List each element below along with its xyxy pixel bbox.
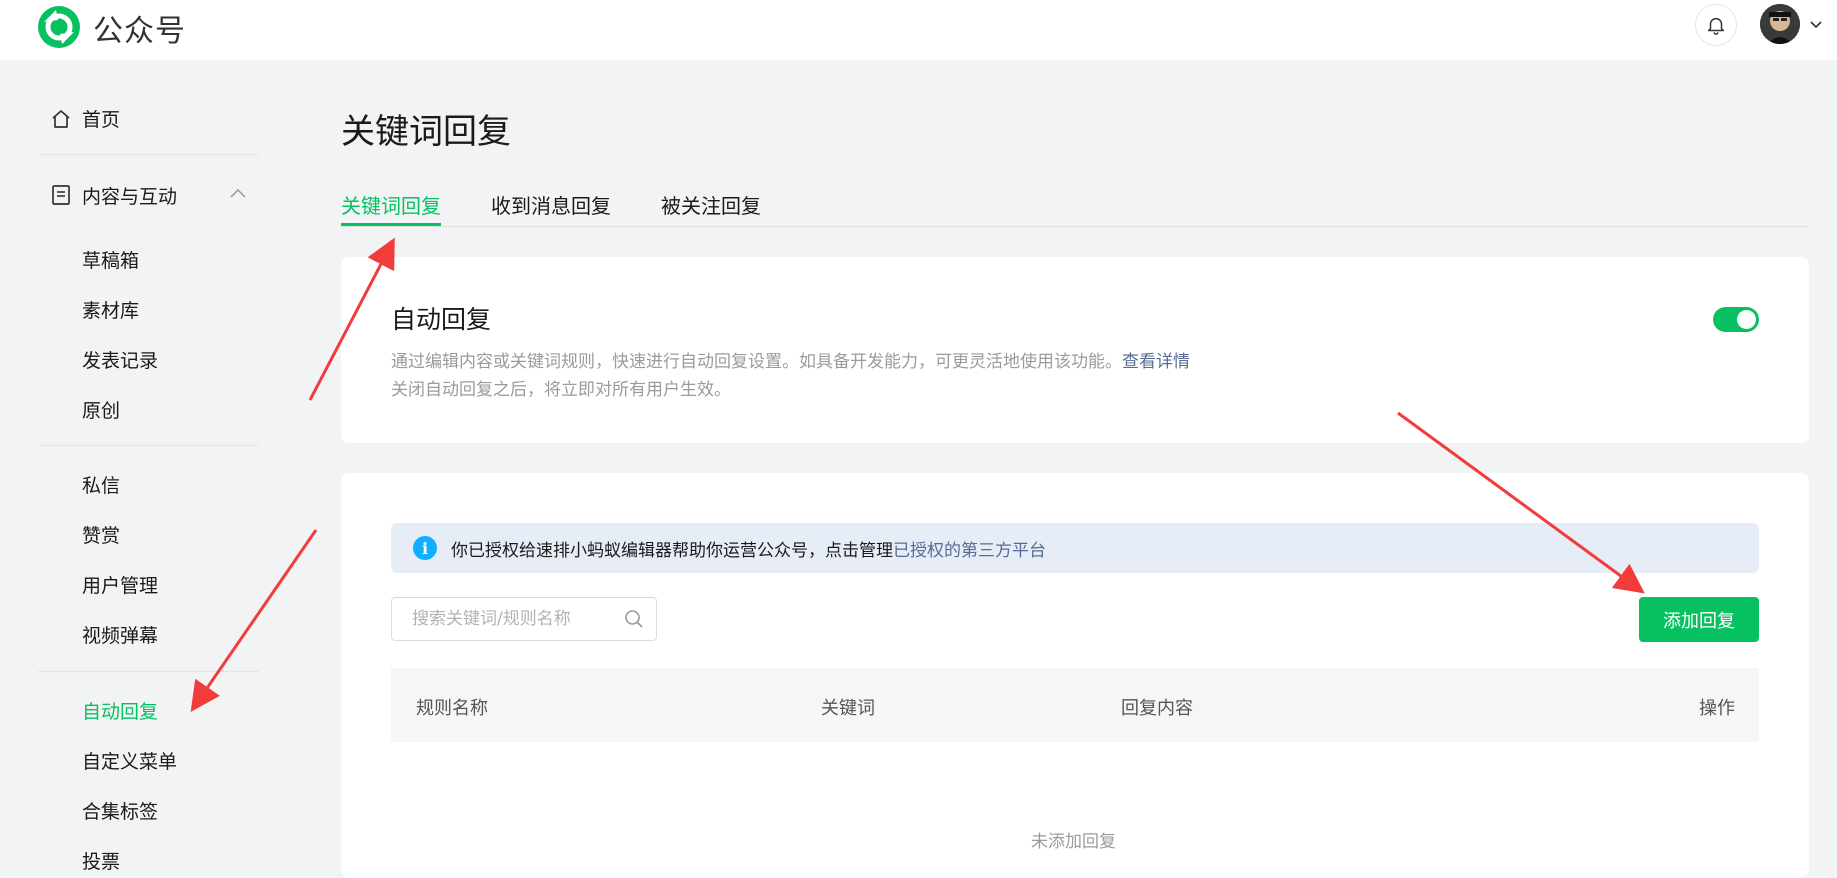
info-icon: i — [413, 536, 437, 560]
sidebar-item-private-messages[interactable]: 私信 — [82, 471, 120, 498]
toggle-knob — [1737, 310, 1756, 329]
user-avatar[interactable] — [1760, 4, 1800, 44]
search-input[interactable] — [392, 598, 632, 640]
top-bar: 公众号 — [0, 0, 1837, 60]
sidebar-group-content-interaction[interactable]: 内容与互动 — [82, 182, 177, 209]
notice-message: 你已授权给速排小蚂蚁编辑器帮助你运营公众号，点击管理 — [451, 541, 893, 561]
add-reply-button[interactable]: 添加回复 — [1639, 597, 1759, 642]
column-rule-name: 规则名称 — [416, 698, 488, 719]
home-icon — [52, 110, 70, 128]
tab-keyword-reply[interactable]: 关键词回复 — [341, 190, 441, 219]
wechat-official-account-logo-icon[interactable] — [36, 4, 82, 50]
sidebar-divider — [38, 445, 259, 446]
authorization-notice: i 你已授权给速排小蚂蚁编辑器帮助你运营公众号，点击管理已授权的第三方平台 — [391, 523, 1759, 573]
search-icon[interactable] — [624, 609, 644, 629]
chevron-down-icon[interactable] — [1808, 16, 1824, 32]
sidebar-item-original[interactable]: 原创 — [82, 396, 120, 423]
column-reply-content: 回复内容 — [1121, 698, 1193, 719]
sidebar-item-appreciation[interactable]: 赞赏 — [82, 521, 120, 548]
sidebar-divider — [38, 671, 259, 672]
sidebar-divider — [38, 154, 259, 155]
sidebar-item-materials[interactable]: 素材库 — [82, 296, 139, 323]
page-title: 关键词回复 — [341, 112, 511, 152]
auto-reply-toggle[interactable] — [1713, 307, 1759, 332]
sidebar-item-home[interactable]: 首页 — [82, 105, 120, 132]
column-actions: 操作 — [1699, 698, 1735, 719]
auto-reply-description: 通过编辑内容或关键词规则，快速进行自动回复设置。如具备开发能力，可更灵活地使用该… — [391, 348, 1190, 404]
sidebar-item-video-danmaku[interactable]: 视频弹幕 — [82, 621, 158, 648]
sidebar-item-vote[interactable]: 投票 — [82, 847, 120, 874]
notice-text: 你已授权给速排小蚂蚁编辑器帮助你运营公众号，点击管理已授权的第三方平台 — [451, 536, 1046, 561]
brand-title[interactable]: 公众号 — [93, 6, 186, 50]
auto-reply-desc-line1: 通过编辑内容或关键词规则，快速进行自动回复设置。如具备开发能力，可更灵活地使用该… — [391, 352, 1122, 372]
sidebar: 首页 内容与互动 草稿箱 素材库 发表记录 原创 私信 赞赏 用户管理 视频弹幕… — [0, 60, 300, 878]
tabs-divider — [341, 226, 1809, 227]
avatar-image — [1760, 4, 1800, 44]
document-icon — [52, 185, 70, 205]
chevron-up-icon[interactable] — [229, 187, 247, 201]
column-keyword: 关键词 — [821, 698, 875, 719]
sidebar-item-custom-menu[interactable]: 自定义菜单 — [82, 747, 177, 774]
view-details-link[interactable]: 查看详情 — [1122, 352, 1190, 372]
sidebar-item-drafts[interactable]: 草稿箱 — [82, 246, 139, 273]
search-box — [391, 597, 657, 641]
auto-reply-title: 自动回复 — [391, 305, 492, 334]
tab-message-reply[interactable]: 收到消息回复 — [491, 190, 611, 219]
active-tab-indicator — [341, 223, 441, 226]
bell-icon — [1707, 17, 1725, 35]
sidebar-item-user-management[interactable]: 用户管理 — [82, 571, 158, 598]
auto-reply-desc-line2: 关闭自动回复之后，将立即对所有用户生效。 — [391, 380, 731, 400]
empty-state-text: 未添加回复 — [1031, 832, 1116, 852]
third-party-platform-link[interactable]: 已授权的第三方平台 — [893, 541, 1046, 561]
notification-button[interactable] — [1695, 4, 1737, 46]
tab-follow-reply[interactable]: 被关注回复 — [661, 190, 761, 219]
sidebar-item-collection-tags[interactable]: 合集标签 — [82, 797, 158, 824]
rules-table-header: 规则名称 关键词 回复内容 操作 — [391, 668, 1759, 742]
sidebar-item-publish-records[interactable]: 发表记录 — [82, 346, 158, 373]
sidebar-item-auto-reply[interactable]: 自动回复 — [82, 697, 158, 724]
